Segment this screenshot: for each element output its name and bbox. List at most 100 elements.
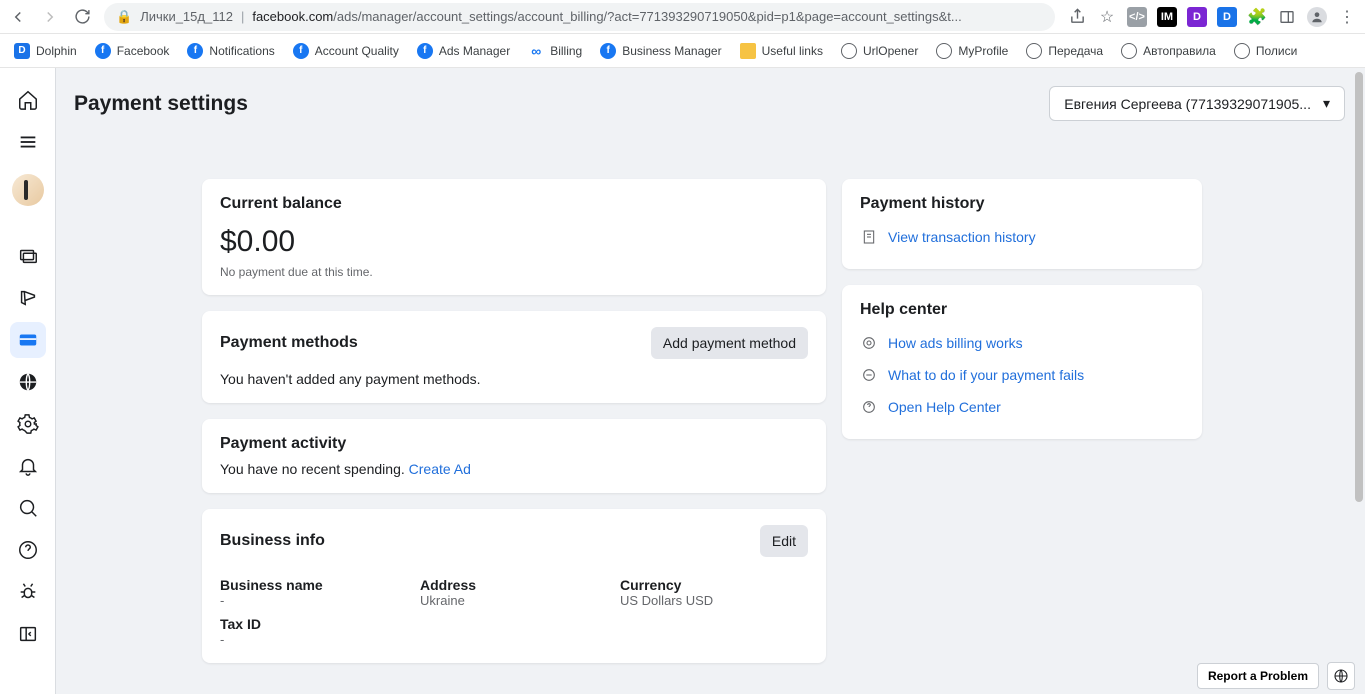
receipt-icon	[860, 228, 878, 246]
rail-accounts[interactable]	[10, 238, 46, 274]
business-name-value: -	[220, 593, 408, 608]
view-transaction-history-link[interactable]: View transaction history	[888, 229, 1036, 245]
facebook-icon: f	[293, 43, 309, 59]
bookmarks-bar: DDolphin fFacebook fNotifications fAccou…	[0, 34, 1365, 68]
ext-purple-icon[interactable]: D	[1187, 7, 1207, 27]
profile-avatar-icon[interactable]	[1307, 7, 1327, 27]
bookmark-avtopravila[interactable]: Автоправила	[1115, 39, 1222, 63]
bookmark-polisi[interactable]: Полиси	[1228, 39, 1303, 63]
dolphin-icon: D	[14, 43, 30, 59]
rail-menu[interactable]	[10, 124, 46, 160]
back-button[interactable]	[8, 7, 28, 27]
chevron-down-icon: ▾	[1323, 95, 1330, 112]
methods-title: Payment methods	[220, 334, 358, 352]
facebook-icon: f	[95, 43, 111, 59]
share-icon[interactable]	[1067, 7, 1087, 27]
tax-id-value: -	[220, 632, 408, 647]
bookmark-billing[interactable]: ∞Billing	[522, 39, 588, 63]
address-label: Address	[420, 577, 608, 593]
minus-circle-icon	[860, 366, 878, 384]
balance-title: Current balance	[220, 195, 808, 213]
activity-title: Payment activity	[220, 435, 808, 453]
language-button[interactable]	[1327, 662, 1355, 690]
rail-globe[interactable]	[10, 364, 46, 400]
history-title: Payment history	[860, 195, 1184, 213]
methods-empty-text: You haven't added any payment methods.	[220, 371, 808, 387]
bookmark-urlopener[interactable]: UrlOpener	[835, 39, 924, 63]
help-title: Help center	[860, 301, 1184, 319]
bookmark-account-quality[interactable]: fAccount Quality	[287, 39, 405, 63]
rail-bug[interactable]	[10, 574, 46, 610]
scrollbar[interactable]	[1351, 68, 1365, 508]
rail-help[interactable]	[10, 532, 46, 568]
add-payment-method-button[interactable]: Add payment method	[651, 327, 808, 359]
card-payment-activity: Payment activity You have no recent spen…	[202, 419, 826, 493]
rail-campaigns[interactable]	[10, 280, 46, 316]
edit-business-button[interactable]: Edit	[760, 525, 808, 557]
globe-icon	[1234, 43, 1250, 59]
help-link-open-center[interactable]: Open Help Center	[888, 399, 1001, 415]
browser-toolbar: 🔒 Лички_15д_112 | facebook.com/ads/manag…	[0, 0, 1365, 34]
facebook-icon: f	[600, 43, 616, 59]
tax-id-label: Tax ID	[220, 616, 408, 632]
forward-button[interactable]	[40, 7, 60, 27]
panel-icon[interactable]	[1277, 7, 1297, 27]
gear-icon	[860, 334, 878, 352]
ext-im-icon[interactable]: IM	[1157, 7, 1177, 27]
bookmark-peredacha[interactable]: Передача	[1020, 39, 1109, 63]
rail-search[interactable]	[10, 490, 46, 526]
reload-button[interactable]	[72, 7, 92, 27]
address-bar[interactable]: 🔒 Лички_15д_112 | facebook.com/ads/manag…	[104, 3, 1055, 31]
rail-settings[interactable]	[10, 406, 46, 442]
globe-icon	[1026, 43, 1042, 59]
kebab-menu-icon[interactable]: ⋮	[1337, 7, 1357, 27]
facebook-icon: f	[187, 43, 203, 59]
page-title: Payment settings	[74, 92, 248, 116]
rail-user-avatar[interactable]	[12, 174, 44, 206]
business-title: Business info	[220, 532, 325, 550]
card-help-center: Help center How ads billing works What t…	[842, 285, 1202, 439]
address-value: Ukraine	[420, 593, 608, 608]
currency-label: Currency	[620, 577, 808, 593]
globe-icon	[1121, 43, 1137, 59]
help-link-billing[interactable]: How ads billing works	[888, 335, 1023, 351]
extensions-icon[interactable]: 🧩	[1247, 7, 1267, 27]
create-ad-link[interactable]: Create Ad	[409, 461, 471, 477]
card-business-info: Business info Edit Business name - Tax I…	[202, 509, 826, 663]
bookmark-ads-manager[interactable]: fAds Manager	[411, 39, 516, 63]
rail-home[interactable]	[10, 82, 46, 118]
bookmark-useful-links[interactable]: Useful links	[734, 39, 829, 63]
rail-notifications[interactable]	[10, 448, 46, 484]
facebook-icon: f	[417, 43, 433, 59]
star-icon[interactable]: ☆	[1097, 7, 1117, 27]
lock-icon: 🔒	[116, 9, 132, 25]
card-payment-history: Payment history View transaction history	[842, 179, 1202, 269]
rail-collapse[interactable]	[10, 616, 46, 652]
bookmark-dolphin[interactable]: DDolphin	[8, 39, 83, 63]
ext-devtools-icon[interactable]: </>	[1127, 7, 1147, 27]
bookmark-business-manager[interactable]: fBusiness Manager	[594, 39, 727, 63]
bookmark-notifications[interactable]: fNotifications	[181, 39, 280, 63]
card-current-balance: Current balance $0.00 No payment due at …	[202, 179, 826, 295]
currency-value: US Dollars USD	[620, 593, 808, 608]
bookmark-myprofile[interactable]: MyProfile	[930, 39, 1014, 63]
scrollbar-thumb[interactable]	[1355, 72, 1363, 502]
balance-note: No payment due at this time.	[220, 265, 808, 279]
balance-amount: $0.00	[220, 225, 808, 259]
globe-icon	[936, 43, 952, 59]
business-name-label: Business name	[220, 577, 408, 593]
chrome-actions: ☆ </> IM D D 🧩 ⋮	[1067, 7, 1357, 27]
meta-icon: ∞	[528, 43, 544, 59]
bookmark-facebook[interactable]: fFacebook	[89, 39, 176, 63]
tab-name: Лички_15д_112	[140, 9, 233, 24]
help-link-payment-fails[interactable]: What to do if your payment fails	[888, 367, 1084, 383]
account-selector[interactable]: Евгения Сергеева (77139329071905... ▾	[1049, 86, 1345, 121]
ext-blue-icon[interactable]: D	[1217, 7, 1237, 27]
question-circle-icon	[860, 398, 878, 416]
report-problem-button[interactable]: Report a Problem	[1197, 663, 1319, 689]
content-area: Payment settings Евгения Сергеева (77139…	[56, 68, 1365, 694]
globe-icon	[841, 43, 857, 59]
card-payment-methods: Payment methods Add payment method You h…	[202, 311, 826, 403]
rail-billing[interactable]	[10, 322, 46, 358]
folder-icon	[740, 43, 756, 59]
